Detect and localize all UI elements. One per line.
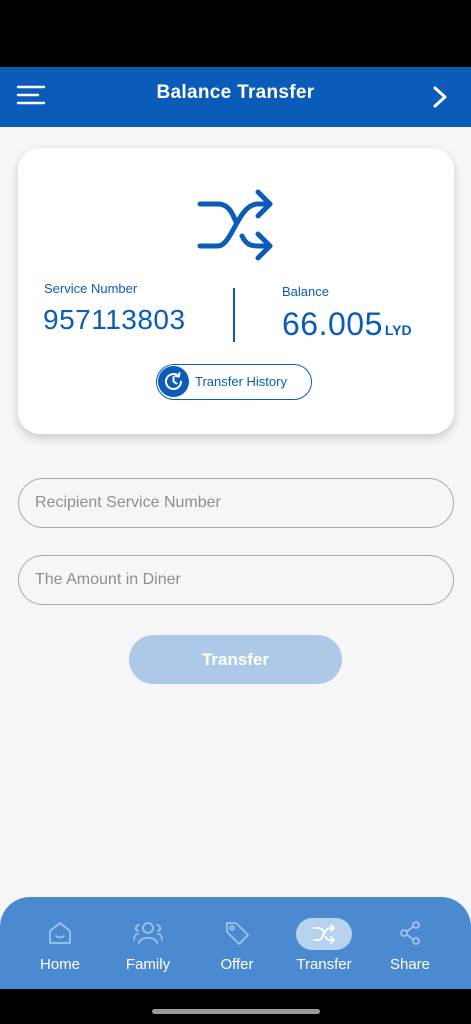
shuffle-icon (313, 924, 335, 944)
nav-item-transfer[interactable]: Transfer (284, 897, 364, 989)
family-icon (133, 922, 163, 944)
nav-item-home[interactable]: Home (20, 897, 100, 989)
bottom-nav: Home Family Offer Transfer Share (0, 897, 471, 989)
nav-label-offer: Offer (220, 956, 254, 973)
nav-item-family[interactable]: Family (108, 897, 188, 989)
nav-label-family: Family (125, 956, 171, 973)
nav-label-home: Home (39, 956, 80, 973)
home-icon (49, 922, 71, 944)
recipient-service-number-input[interactable] (18, 478, 454, 528)
page-title: Balance Transfer (156, 82, 315, 103)
balance-card: Service Number 957113803 Balance 66.005 L… (18, 148, 454, 434)
service-number-value: 957113803 (43, 304, 186, 335)
status-bar (0, 0, 471, 67)
app-header: Balance Transfer (0, 67, 471, 127)
forward-button[interactable] (428, 83, 454, 111)
tag-icon (226, 922, 249, 945)
transfer-history-label: Transfer History (195, 374, 287, 389)
balance-label: Balance (282, 284, 329, 299)
nav-item-share[interactable]: Share (370, 897, 450, 989)
system-nav-bar (0, 989, 471, 1024)
clock-history-icon (165, 372, 182, 390)
history-icon-badge (158, 366, 189, 397)
service-number-label: Service Number (44, 281, 138, 296)
balance-row: 66.005 LYD (282, 306, 412, 343)
nav-label-transfer: Transfer (296, 956, 352, 973)
balance-unit: LYD (384, 322, 412, 338)
card-divider (233, 288, 235, 342)
amount-input[interactable] (18, 555, 454, 605)
gesture-handle[interactable] (152, 1009, 320, 1014)
active-nav-pill (296, 918, 352, 950)
chevron-right-icon (433, 86, 447, 108)
shuffle-transfer-icon (197, 189, 273, 261)
transfer-history-button[interactable]: Transfer History (156, 364, 312, 400)
nav-item-offer[interactable]: Offer (197, 897, 277, 989)
nav-label-share: Share (389, 956, 431, 973)
share-icon (400, 921, 420, 945)
transfer-button[interactable]: Transfer (129, 635, 342, 684)
balance-value: 66.005 (282, 306, 383, 342)
